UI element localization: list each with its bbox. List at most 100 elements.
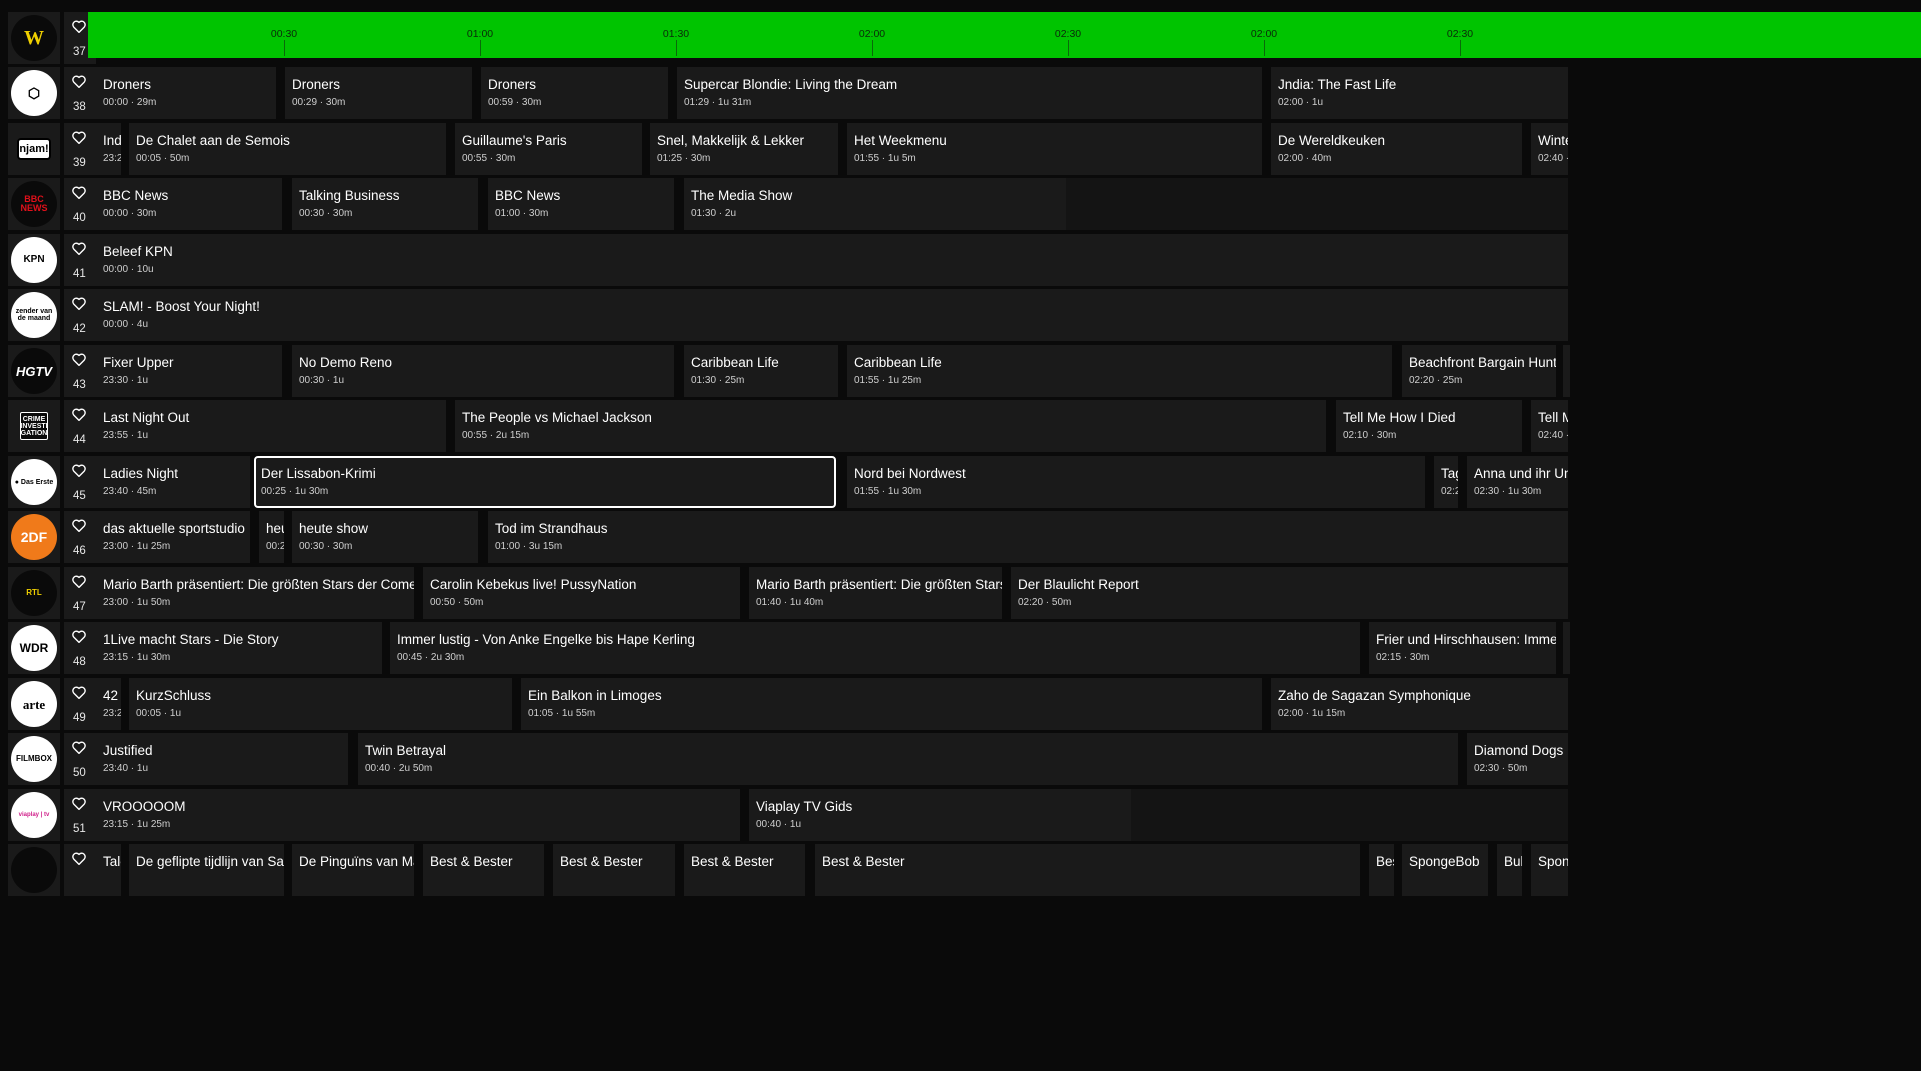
program-cell[interactable]: Beachfront Bargain Hunt 02:20 · 25m <box>1402 345 1556 397</box>
program-cell[interactable]: VROOOOOM 23:15 · 1u 25m <box>96 789 740 841</box>
heart-icon[interactable] <box>72 131 86 144</box>
heart-icon[interactable] <box>72 186 86 199</box>
channel-logo-cell[interactable]: CRIME INVESTI GATION <box>8 400 60 452</box>
program-cell[interactable]: Droners 00:00 · 29m <box>96 67 276 119</box>
program-cell[interactable]: Mario Barth präsentiert: Die größten Sta… <box>96 567 414 619</box>
program-cell[interactable]: Talking Business 00:30 · 30m <box>292 178 478 230</box>
favorite-cell[interactable]: 47 <box>64 567 96 619</box>
program-cell[interactable]: Tage 02:25 <box>1434 456 1458 508</box>
program-cell[interactable]: Het Weekmenu 01:55 · 1u 5m <box>847 123 1262 175</box>
program-cell[interactable]: Snel, Makkelijk & Lekker 01:25 · 30m <box>650 123 838 175</box>
program-cell[interactable]: The People vs Michael Jackson 00:55 · 2u … <box>455 400 1326 452</box>
program-cell[interactable]: C0 <box>1563 345 1570 397</box>
program-cell[interactable]: Tale <box>96 844 121 896</box>
program-cell[interactable]: Der Blaulicht Report 02:20 · 50m <box>1011 567 1568 619</box>
channel-logo-cell[interactable]: RTL <box>8 567 60 619</box>
program-cell[interactable]: I <box>1563 622 1570 674</box>
heart-icon[interactable] <box>72 75 86 88</box>
program-cell[interactable]: Frier und Hirschhausen: Immer w 02:15 · 3… <box>1369 622 1556 674</box>
channel-logo-cell[interactable]: WDR <box>8 622 60 674</box>
program-cell[interactable]: SpongeBob <box>1402 844 1488 896</box>
favorite-cell[interactable]: 48 <box>64 622 96 674</box>
program-cell[interactable]: Jndia: The Fast Life 02:00 · 1u <box>1271 67 1568 119</box>
heart-icon[interactable] <box>72 797 86 810</box>
favorite-cell[interactable]: 43 <box>64 345 96 397</box>
favorite-cell[interactable]: 42 <box>64 289 96 341</box>
program-cell[interactable]: Spong <box>1531 844 1568 896</box>
favorite-cell[interactable]: 46 <box>64 511 96 563</box>
channel-logo-cell[interactable]: ⬡ <box>8 67 60 119</box>
program-cell[interactable]: SLAM! - Boost Your Night! 00:00 · 4u <box>96 289 1568 341</box>
heart-icon[interactable] <box>72 852 86 865</box>
program-cell[interactable]: Bub <box>1497 844 1522 896</box>
program-cell[interactable]: Carolin Kebekus live! PussyNation 00:50 ·… <box>423 567 740 619</box>
heart-icon[interactable] <box>72 464 86 477</box>
program-cell[interactable]: The Media Show 01:30 · 2u <box>684 178 1066 230</box>
channel-logo-cell[interactable]: BBC NEWS <box>8 178 60 230</box>
program-cell[interactable]: Caribbean Life 01:55 · 1u 25m <box>847 345 1392 397</box>
heart-icon[interactable] <box>72 519 86 532</box>
channel-logo-cell[interactable] <box>8 844 60 896</box>
heart-icon[interactable] <box>72 20 86 33</box>
favorite-cell[interactable]: 51 <box>64 789 96 841</box>
program-cell[interactable]: Ladies Night 23:40 · 45m <box>96 456 250 508</box>
heart-icon[interactable] <box>72 686 86 699</box>
program-cell[interactable]: De Wereldkeuken 02:00 · 40m <box>1271 123 1522 175</box>
program-cell[interactable]: Justified 23:40 · 1u <box>96 733 348 785</box>
program-cell[interactable]: das aktuelle sportstudio 23:00 · 1u 25m <box>96 511 250 563</box>
program-cell[interactable]: Tell M 02:40 · 3 <box>1531 400 1568 452</box>
heart-icon[interactable] <box>72 297 86 310</box>
program-cell[interactable]: BBC News 01:00 · 30m <box>488 178 674 230</box>
program-cell[interactable]: Droners 00:29 · 30m <box>285 67 472 119</box>
favorite-cell[interactable]: 38 <box>64 67 96 119</box>
program-cell[interactable]: BBC News 00:00 · 30m <box>96 178 282 230</box>
program-cell[interactable]: Best & Bester <box>553 844 675 896</box>
program-cell[interactable]: Fixer Upper 23:30 · 1u <box>96 345 282 397</box>
channel-logo-cell[interactable]: ● Das Erste <box>8 456 60 508</box>
program-cell[interactable]: heute show 00:30 · 30m <box>292 511 478 563</box>
program-cell[interactable]: De geflipte tijdlijn van Sam <box>129 844 284 896</box>
program-cell[interactable]: 1Live macht Stars - Die Story 23:15 · 1u … <box>96 622 382 674</box>
program-cell[interactable]: Beleef KPN 00:00 · 10u <box>96 234 1568 286</box>
program-cell[interactable]: Viaplay TV Gids 00:40 · 1u <box>749 789 1131 841</box>
program-cell[interactable]: Mario Barth präsentiert: Die größten Sta… <box>749 567 1002 619</box>
program-cell[interactable]: Der Lissabon-Krimi 00:25 · 1u 30m <box>254 456 836 508</box>
favorite-cell[interactable]: 44 <box>64 400 96 452</box>
channel-logo-cell[interactable]: FILMBOX <box>8 733 60 785</box>
program-cell[interactable]: KurzSchluss 00:05 · 1u <box>129 678 512 730</box>
program-cell[interactable]: Tell Me How I Died 02:10 · 30m <box>1336 400 1522 452</box>
favorite-cell[interactable]: 40 <box>64 178 96 230</box>
heart-icon[interactable] <box>72 741 86 754</box>
program-cell[interactable]: Zaho de Sagazan Symphonique 02:00 · 1u 15… <box>1271 678 1568 730</box>
program-cell[interactable]: Best <box>1369 844 1394 896</box>
channel-logo-cell[interactable]: zender van de maand <box>8 289 60 341</box>
channel-logo-cell[interactable]: viaplay | tv <box>8 789 60 841</box>
program-cell[interactable]: Diamond Dogs 02:30 · 50m <box>1467 733 1568 785</box>
favorite-cell[interactable]: 45 <box>64 456 96 508</box>
program-cell[interactable]: 42 - 23:28 <box>96 678 121 730</box>
program-cell[interactable]: Supercar Blondie: Living the Dream 01:29 … <box>677 67 1262 119</box>
program-cell[interactable]: heu 00:25 <box>259 511 284 563</box>
channel-logo-cell[interactable]: 2DF <box>8 511 60 563</box>
favorite-cell[interactable] <box>64 844 96 896</box>
favorite-cell[interactable]: 41 <box>64 234 96 286</box>
channel-logo-cell[interactable]: njam! <box>8 123 60 175</box>
program-cell[interactable]: Last Night Out 23:55 · 1u <box>96 400 446 452</box>
favorite-cell[interactable]: 49 <box>64 678 96 730</box>
program-cell[interactable]: Immer lustig - Von Anke Engelke bis Hape… <box>390 622 1360 674</box>
favorite-cell[interactable]: 39 <box>64 123 96 175</box>
channel-logo-cell[interactable]: HGTV <box>8 345 60 397</box>
program-cell[interactable]: Droners 00:59 · 30m <box>481 67 668 119</box>
program-cell[interactable]: No Demo Reno 00:30 · 1u <box>292 345 674 397</box>
heart-icon[interactable] <box>72 353 86 366</box>
channel-logo-cell[interactable]: arte <box>8 678 60 730</box>
program-cell[interactable]: Anna und ihr Unte 02:30 · 1u 30m <box>1467 456 1568 508</box>
program-cell[interactable]: De Pinguïns van Mad <box>292 844 414 896</box>
program-cell[interactable]: Best & Bester <box>684 844 805 896</box>
program-cell[interactable]: Best & Bester <box>815 844 1360 896</box>
program-cell[interactable]: Tod im Strandhaus 01:00 · 3u 15m <box>488 511 1568 563</box>
program-cell[interactable]: Winte 02:40 · 5 <box>1531 123 1568 175</box>
heart-icon[interactable] <box>72 575 86 588</box>
program-cell[interactable]: Indi 23:25 <box>96 123 121 175</box>
favorite-cell[interactable]: 50 <box>64 733 96 785</box>
